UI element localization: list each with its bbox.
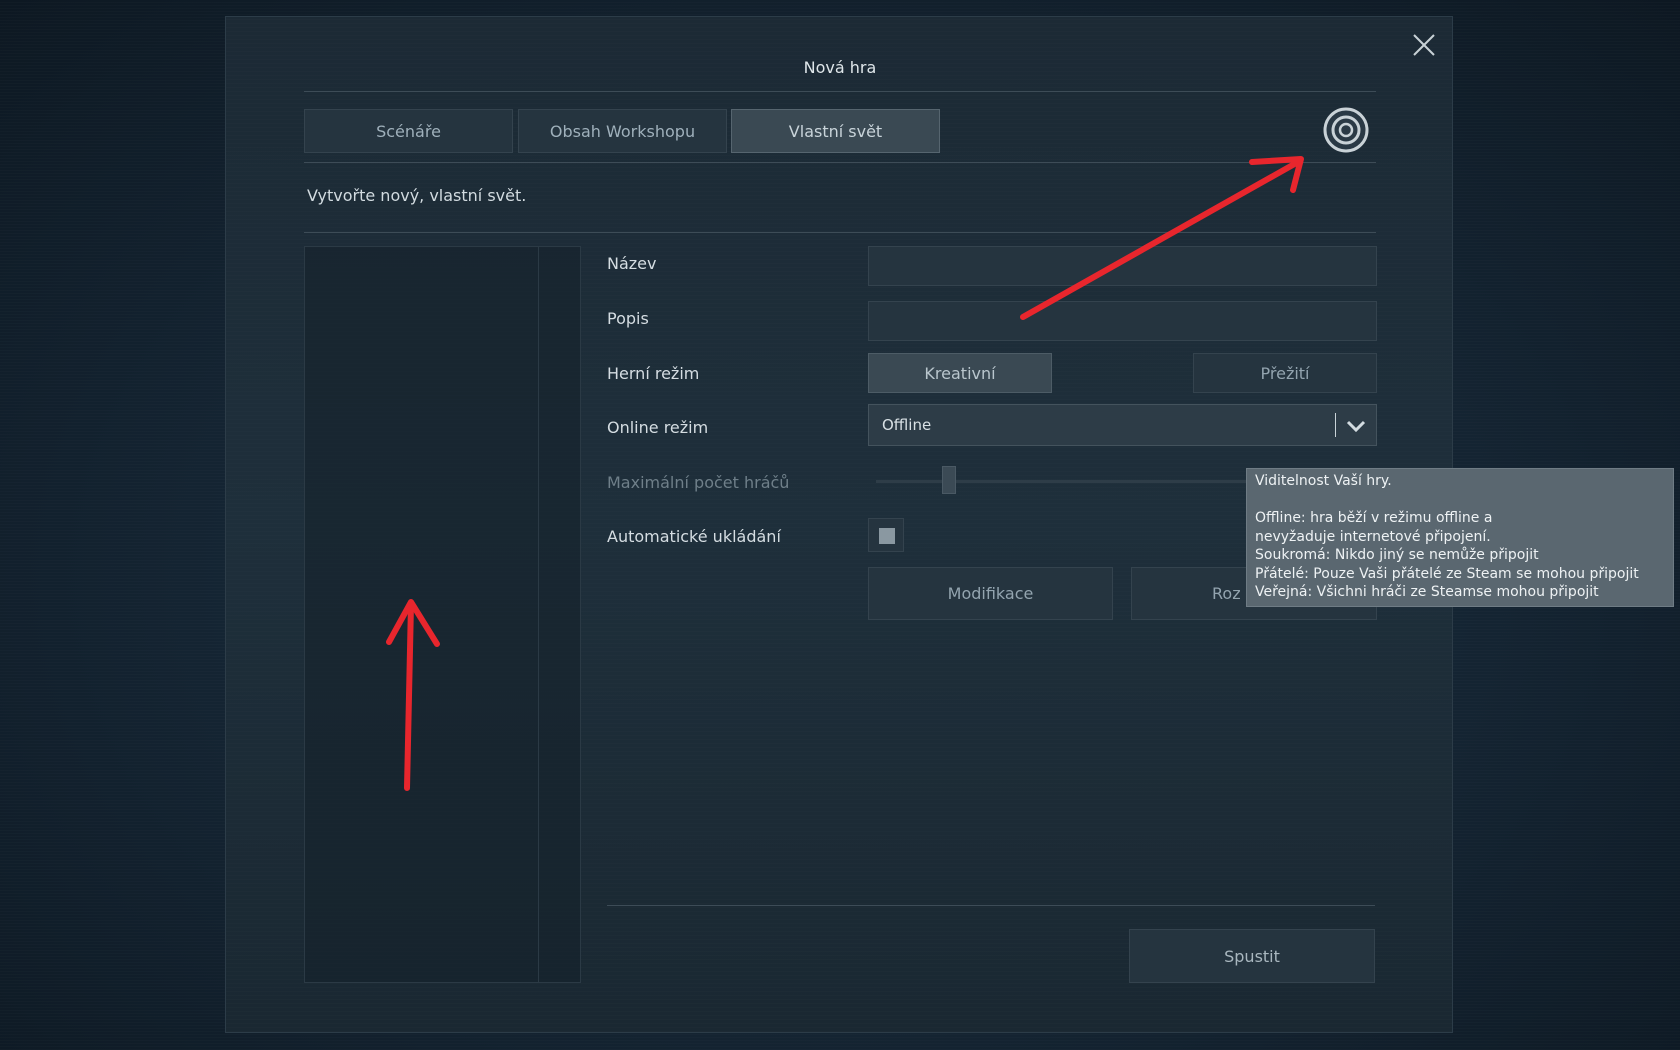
online-mode-tooltip: Viditelnost Vaší hry. Offline: hra běží … xyxy=(1246,468,1674,607)
dialog-title: Nová hra xyxy=(803,58,877,77)
world-list-panel[interactable] xyxy=(304,246,581,983)
page-subtitle: Vytvořte nový, vlastní svět. xyxy=(307,186,527,205)
description-input[interactable] xyxy=(868,301,1377,341)
chevron-down-icon xyxy=(1346,420,1366,433)
online-mode-select[interactable]: Offline xyxy=(868,404,1377,446)
tooltip-line: Veřejná: Všichni hráči ze Steamse mohou … xyxy=(1255,584,1599,600)
tab-custom-world[interactable]: Vlastní svět xyxy=(731,109,940,153)
game-mode-survival-button[interactable]: Přežití xyxy=(1193,353,1377,393)
tooltip-line: Viditelnost Vaší hry. xyxy=(1255,473,1392,489)
online-mode-label: Online režim xyxy=(607,418,709,437)
max-players-label: Maximální počet hráčů xyxy=(607,473,790,492)
game-mode-creative-button[interactable]: Kreativní xyxy=(868,353,1052,393)
world-list-scrollbar[interactable] xyxy=(538,247,580,982)
advanced-button-label: Roz xyxy=(1212,584,1241,603)
tooltip-line: Offline: hra běží v režimu offline a xyxy=(1255,510,1493,526)
tooltip-line: Soukromá: Nikdo jiný se nemůže připojit xyxy=(1255,547,1539,563)
autosave-label: Automatické ukládání xyxy=(607,527,781,546)
tooltip-line: Přátelé: Pouze Vaši přátelé ze Steam se … xyxy=(1255,565,1639,582)
name-label: Název xyxy=(607,254,657,273)
max-players-slider-track xyxy=(876,480,1246,483)
tab-scenarios[interactable]: Scénáře xyxy=(304,109,513,153)
select-separator xyxy=(1335,413,1336,437)
autosave-checkbox[interactable] xyxy=(868,518,904,552)
title-divider xyxy=(304,91,1376,92)
online-mode-value: Offline xyxy=(882,416,932,434)
tooltip-line: nevyžaduje internetové připojení. xyxy=(1255,528,1491,545)
tooltip-line xyxy=(1255,491,1665,510)
description-label: Popis xyxy=(607,309,649,328)
game-mode-label: Herní režim xyxy=(607,364,700,383)
mods-button[interactable]: Modifikace xyxy=(868,567,1113,620)
settings-icon[interactable] xyxy=(1322,106,1370,154)
footer-divider xyxy=(607,905,1375,906)
tabs-divider xyxy=(304,162,1376,163)
autosave-checkbox-mark xyxy=(879,528,895,544)
subtitle-divider xyxy=(304,232,1376,233)
name-input[interactable] xyxy=(868,246,1377,286)
tab-workshop-content[interactable]: Obsah Workshopu xyxy=(518,109,727,153)
max-players-slider-handle[interactable] xyxy=(942,466,956,494)
start-button[interactable]: Spustit xyxy=(1129,929,1375,983)
close-icon[interactable] xyxy=(1409,30,1439,60)
